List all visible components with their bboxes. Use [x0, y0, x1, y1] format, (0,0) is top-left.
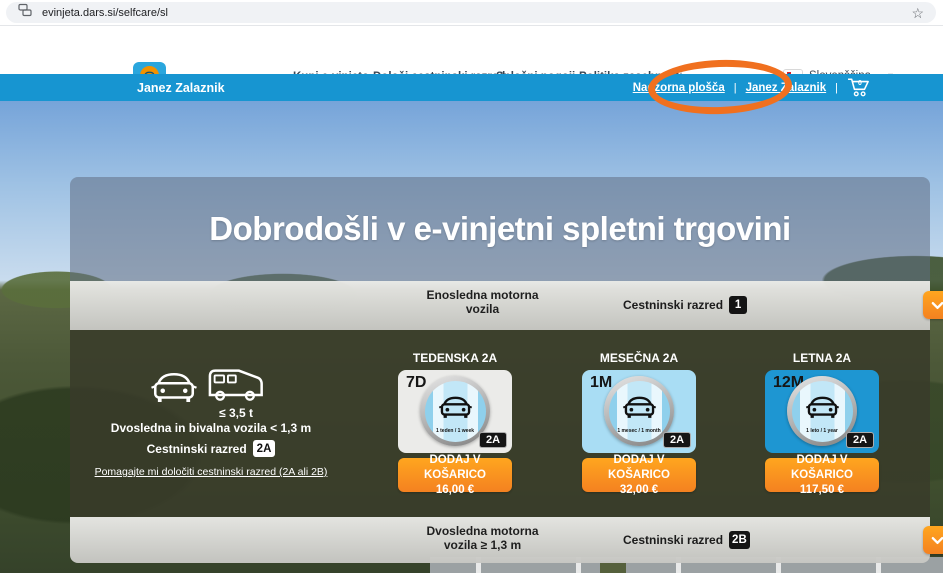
price: 32,00 € — [620, 483, 658, 498]
section-class1-header: Enosledna motornavozila Cestninski razre… — [70, 281, 930, 330]
dashboard-link[interactable]: Nadzorna plošča — [633, 82, 725, 94]
section-class2b-header: Dvosledna motornavozila ≥ 1,3 m Cestnins… — [70, 517, 930, 563]
cart-icon[interactable]: 0 — [847, 77, 871, 98]
user-name: Janez Zalaznik — [137, 74, 225, 101]
duration-code: 7D — [406, 374, 426, 392]
price: 117,50 € — [800, 483, 844, 498]
browser-toolbar: evinjeta.dars.si/selfcare/sl ☆ — [0, 0, 943, 26]
add-to-cart-button-monthly[interactable]: DODAJ V KOŠARICO32,00 € — [582, 458, 696, 492]
toll-class-badge: 2B — [729, 531, 750, 549]
camper-icon — [206, 362, 264, 411]
vehicle-type-label: Enosledna motornavozila — [410, 288, 555, 316]
weight-limit: ≤ 3,5 t — [208, 406, 264, 420]
toll-class-row: Cestninski razred 2B — [623, 531, 753, 549]
class-badge: 2A — [479, 432, 507, 448]
expand-section-button[interactable] — [923, 526, 943, 554]
duration-text: 1 teden / 1 week — [425, 428, 486, 434]
toll-class-help-link[interactable]: Pomagajte mi določiti cestninski razred … — [86, 466, 336, 478]
product-card-monthly: 1M 1 mesec / 1 month 2A — [582, 370, 696, 453]
car-icon — [150, 368, 198, 411]
product-title: MESEČNA 2A — [582, 351, 696, 365]
product-card-yearly: 12M 1 leto / 1 year 2A — [765, 370, 879, 453]
toll-class-badge: 2A — [253, 440, 276, 457]
vehicle-type-label: Dvosledna motornavozila ≥ 1,3 m — [410, 524, 555, 552]
product-title: TEDENSKA 2A — [398, 351, 512, 365]
class-badge: 2A — [663, 432, 691, 448]
price: 16,00 € — [436, 483, 474, 498]
cart-count: 0 — [855, 80, 865, 87]
product-title: LETNA 2A — [765, 351, 879, 365]
site-header: E-VINJETA Kupi e-vinjeto Določi cestnins… — [0, 26, 943, 74]
url-text: evinjeta.dars.si/selfcare/sl — [42, 7, 911, 19]
profile-link[interactable]: Janez Zalaznik — [746, 82, 827, 94]
class-badge: 2A — [846, 432, 874, 448]
address-bar[interactable]: evinjeta.dars.si/selfcare/sl ☆ — [6, 2, 936, 23]
toll-class-2a-row: Cestninski razred 2A — [96, 440, 326, 457]
duration-text: 1 leto / 1 year — [792, 428, 853, 434]
tab-switcher-icon[interactable] — [18, 3, 32, 22]
user-bar: Janez Zalaznik Nadzorna plošča | Janez Z… — [0, 74, 943, 101]
expand-section-button[interactable] — [923, 291, 943, 319]
duration-code: 1M — [590, 374, 612, 392]
duration-text: 1 mesec / 1 month — [609, 428, 670, 434]
bookmark-star-icon[interactable]: ☆ — [911, 6, 924, 20]
page-title: Dobrodošli v e-vinjetni spletni trgovini — [209, 210, 790, 248]
vehicle-class-description: Dvosledna in bivalna vozila < 1,3 m — [96, 421, 326, 435]
product-card-weekly: 7D 1 teden / 1 week 2A — [398, 370, 512, 453]
separator: | — [835, 82, 838, 94]
toll-class-row: Cestninski razred 1 — [623, 296, 753, 314]
hero-panel: Dobrodošli v e-vinjetni spletni trgovini — [70, 177, 930, 281]
separator: | — [734, 82, 737, 94]
add-to-cart-button-yearly[interactable]: DODAJ V KOŠARICO117,50 € — [765, 458, 879, 492]
add-to-cart-button-weekly[interactable]: DODAJ V KOŠARICO16,00 € — [398, 458, 512, 492]
toll-class-badge: 1 — [729, 296, 747, 314]
